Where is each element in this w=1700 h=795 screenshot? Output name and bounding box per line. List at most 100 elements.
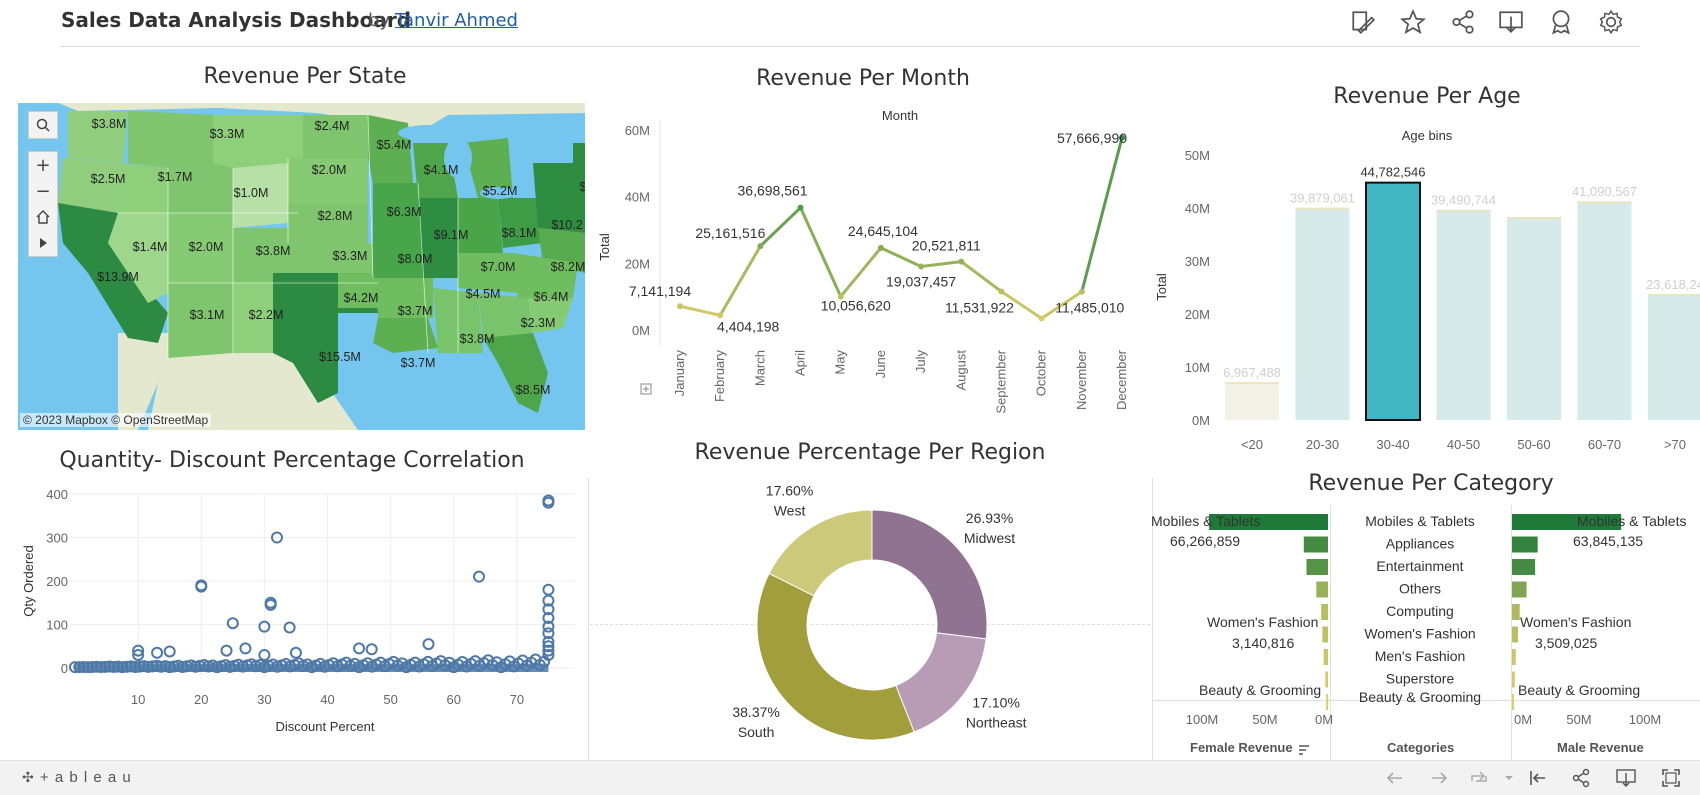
tableau-logo[interactable]: ✣ + a b l e a u <box>22 769 132 786</box>
by-label: by <box>368 10 391 31</box>
download-icon[interactable] <box>1498 9 1524 35</box>
y-tick-label: 40M <box>625 190 650 205</box>
download-icon[interactable] <box>1615 767 1639 789</box>
redo-icon[interactable] <box>1428 767 1452 789</box>
donut-slice <box>756 572 915 741</box>
badge-icon[interactable] <box>1548 9 1574 35</box>
x-tick-label: 10 <box>131 692 145 707</box>
settings-icon[interactable] <box>1598 9 1624 35</box>
star-icon[interactable] <box>1399 8 1427 35</box>
tableau-brand: + a b l e a u <box>39 769 132 786</box>
state-label: $2.0M <box>312 163 347 177</box>
female-axis-tick: 0M <box>1315 712 1333 727</box>
author-link[interactable]: Tanvir Ahmed <box>395 10 518 31</box>
male-category-value: 3,509,025 <box>1535 635 1598 651</box>
male-category-value: 63,845,135 <box>1573 533 1644 549</box>
female-category-value: 66,266,859 <box>1170 533 1241 549</box>
scatter-y-axis-label: Qty Ordered <box>21 545 36 617</box>
state-label: $2.8M <box>318 209 353 223</box>
male-axis-tick: 50M <box>1566 712 1591 727</box>
data-point <box>1038 315 1045 322</box>
x-tick-label: December <box>1114 349 1129 410</box>
scatter-point <box>422 638 435 651</box>
panel-divider <box>588 478 589 760</box>
state-label: $3.8M <box>256 244 291 258</box>
state-label: $8.1M <box>502 226 537 240</box>
scatter-point <box>542 583 555 596</box>
slice-percent-label: 38.37% <box>732 704 779 720</box>
month-y-axis-label: Total <box>597 233 612 261</box>
state-label: $4.1M <box>424 163 459 177</box>
undo-icon[interactable] <box>1384 767 1408 789</box>
map-zoom-controls: + − <box>28 151 58 257</box>
state-label: $3.8M <box>460 332 495 346</box>
tableau-mark-icon: ✣ <box>22 769 35 785</box>
female-category-bar <box>1322 626 1328 643</box>
male-category-bar <box>1512 671 1515 688</box>
category-chart-title: Revenue Per Category <box>1308 471 1554 496</box>
slice-region-label: West <box>774 503 806 519</box>
male-category-label: Mobiles & Tablets <box>1577 513 1687 529</box>
state-label: $3.3M <box>210 127 245 141</box>
data-label: 25,161,516 <box>695 225 765 241</box>
female-revenue-header: Female Revenue <box>1190 740 1293 755</box>
age-y-axis-label: Total <box>1155 273 1169 301</box>
y-tick-label: 0M <box>1192 413 1210 428</box>
state-label: $4.2M <box>344 291 379 305</box>
home-icon[interactable] <box>29 204 57 230</box>
edit-icon[interactable] <box>1350 9 1376 35</box>
first-icon[interactable] <box>1527 767 1551 789</box>
zoom-in-icon[interactable]: + <box>29 152 57 178</box>
x-tick-label: 60 <box>447 692 461 707</box>
share-icon[interactable] <box>1450 9 1476 35</box>
x-tick-label: May <box>833 350 848 375</box>
female-category-bar <box>1306 559 1328 575</box>
zoom-out-icon[interactable]: − <box>29 178 57 204</box>
x-tick-label: 50-60 <box>1517 437 1550 452</box>
revenue-map[interactable]: $3.8M $3.3M $2.4M $5.4M $2.5M $1.7M $2.0… <box>18 103 585 430</box>
data-label: 39,879,061 <box>1290 191 1355 206</box>
state-label: $2.3M <box>521 316 556 330</box>
female-category-label: Mobiles & Tablets <box>1151 513 1261 529</box>
revert-icon[interactable] <box>1468 767 1492 789</box>
age-header-label: Age bins <box>1402 128 1453 143</box>
sort-icon[interactable] <box>1298 741 1310 755</box>
month-header-label: Month <box>882 108 918 123</box>
data-label: 11,485,010 <box>1055 300 1124 316</box>
line-segment <box>718 245 762 317</box>
scatter-point <box>151 646 164 659</box>
state-label: $6.3M <box>387 205 422 219</box>
map-canvas: $3.8M $3.3M $2.4M $5.4M $2.5M $1.7M $2.0… <box>18 103 585 430</box>
male-axis-tick: 100M <box>1629 712 1662 727</box>
map-attribution: © 2023 Mapbox © OpenStreetMap <box>20 413 212 427</box>
data-point <box>958 258 965 265</box>
data-label: 6,967,488 <box>1223 365 1281 380</box>
data-point <box>877 244 884 251</box>
male-revenue-header: Male Revenue <box>1557 740 1644 755</box>
state-label: $2.2M <box>249 308 284 322</box>
state-label: $3.3M <box>333 249 368 263</box>
play-icon[interactable] <box>29 230 57 256</box>
category-label: Women's Fashion <box>1364 626 1475 642</box>
share-icon[interactable] <box>1570 767 1594 789</box>
state-label: $1.0M <box>234 186 269 200</box>
x-tick-label: August <box>953 350 968 391</box>
state-label: $ <box>580 180 585 194</box>
data-label: 19,037,457 <box>886 274 956 290</box>
age-bar <box>1225 383 1279 420</box>
female-category-bar <box>1303 536 1328 553</box>
fullscreen-icon[interactable] <box>1660 767 1684 789</box>
dashboard-title: Sales Data Analysis Dashboard <box>61 8 412 32</box>
category-label: Mobiles & Tablets <box>1365 513 1474 529</box>
revert-dropdown-icon[interactable] <box>1498 767 1522 789</box>
search-icon[interactable] <box>29 112 57 138</box>
region-chart-title: Revenue Percentage Per Region <box>694 440 1046 465</box>
state-label: $6.4M <box>534 290 569 304</box>
x-tick-label: September <box>993 349 1008 413</box>
state-label: $3.7M <box>398 304 433 318</box>
state-label: $7.0M <box>481 260 516 274</box>
data-point <box>1078 288 1085 295</box>
scatter-point <box>239 642 252 655</box>
slice-region-label: Northeast <box>966 715 1027 731</box>
scatter-point <box>163 645 176 658</box>
